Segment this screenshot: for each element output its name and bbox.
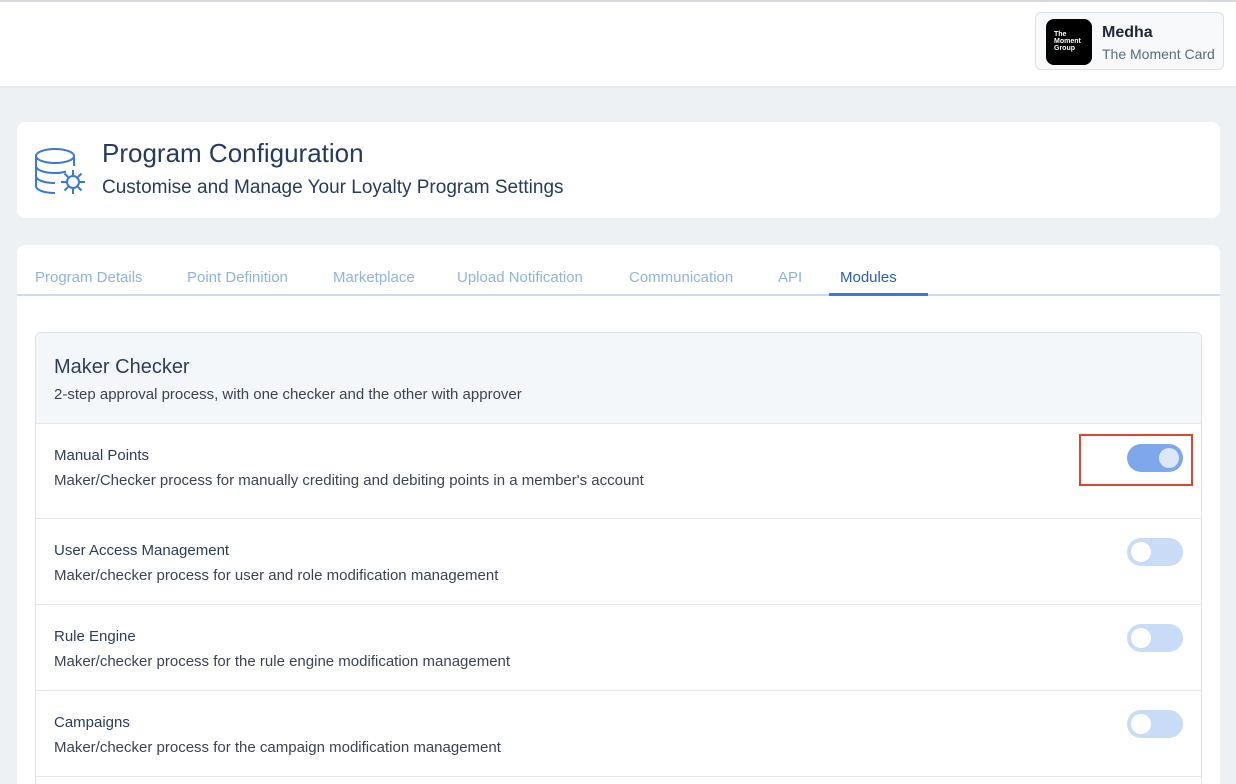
main-content-card: Program Details Point Definition Marketp… [17,245,1220,784]
database-settings-icon [35,148,85,194]
manual-points-toggle[interactable] [1127,444,1183,472]
toggle-knob [1159,448,1179,468]
user-access-management-toggle[interactable] [1127,538,1183,566]
toggle-knob [1131,542,1151,562]
module-row-campaigns: Campaigns Maker/checker process for the … [36,691,1201,777]
org-logo: The Moment Group [1046,19,1092,65]
module-description: Maker/checker process for the rule engin… [54,653,511,670]
module-description: Maker/checker process for user and role … [54,567,499,584]
module-title: Manual Points [54,447,150,464]
module-title: User Access Management [54,542,230,559]
module-title: Campaigns [54,714,130,731]
maker-checker-panel: Maker Checker 2-step approval process, w… [35,332,1202,784]
tab-api[interactable]: API [778,269,802,286]
page-header-card: Program Configuration Customise and Mana… [17,122,1220,218]
user-name: Medha [1102,24,1153,41]
module-title: Rule Engine [54,628,136,645]
module-row-manual-points: Manual Points Maker/Checker process for … [36,424,1201,519]
tab-point-definition[interactable]: Point Definition [187,269,288,286]
active-tab-indicator [829,293,928,296]
section-header: Maker Checker 2-step approval process, w… [36,333,1201,424]
page-title: Program Configuration [102,138,364,168]
campaigns-toggle[interactable] [1127,710,1183,738]
module-row-rule-engine: Rule Engine Maker/checker process for th… [36,605,1201,691]
tab-program-details[interactable]: Program Details [35,269,143,286]
toggle-knob [1131,714,1151,734]
module-description: Maker/Checker process for manually credi… [54,472,644,489]
tab-bar: Program Details Point Definition Marketp… [17,245,1220,296]
toggle-knob [1131,628,1151,648]
user-org-name: The Moment Card [1102,46,1215,62]
section-title: Maker Checker [54,356,190,378]
rule-engine-toggle[interactable] [1127,624,1183,652]
tab-upload-notification[interactable]: Upload Notification [457,269,583,286]
module-description: Maker/checker process for the campaign m… [54,739,501,756]
module-row-user-access-management: User Access Management Maker/checker pro… [36,519,1201,605]
tab-modules[interactable]: Modules [840,269,897,286]
top-bar: The Moment Group Medha The Moment Card [0,0,1236,86]
page-subtitle: Customise and Manage Your Loyalty Progra… [102,177,564,198]
tab-communication[interactable]: Communication [629,269,733,286]
user-profile-chip[interactable]: The Moment Group Medha The Moment Card [1035,12,1224,70]
section-description: 2-step approval process, with one checke… [54,386,522,403]
tab-marketplace[interactable]: Marketplace [333,269,415,286]
